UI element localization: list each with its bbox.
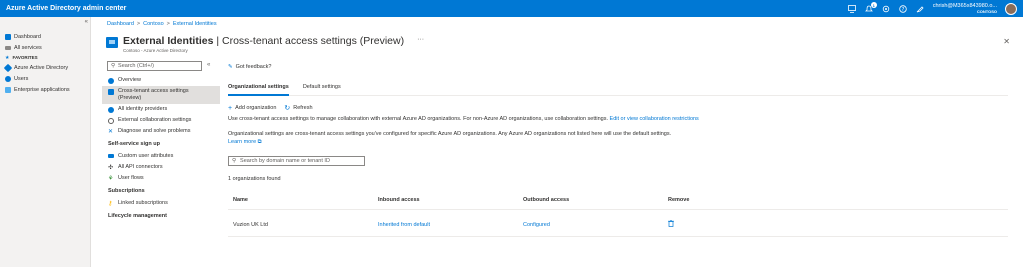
page-subtitle: Contoso - Azure Active Directory	[123, 48, 188, 53]
page-title: External Identities | Cross-tenant acces…	[123, 35, 405, 47]
user-flows-icon: ⚘	[108, 176, 114, 182]
close-button[interactable]: ✕	[1003, 37, 1010, 46]
nav-label: Users	[14, 75, 29, 82]
nav-label: Azure Active Directory	[14, 64, 69, 71]
help-icon[interactable]: ?	[899, 4, 908, 13]
more-options-button[interactable]: ···	[417, 36, 424, 43]
api-connector-icon: ✣	[108, 165, 114, 171]
user-icon	[5, 75, 11, 82]
org-name: Vuzion UK Ltd	[228, 209, 373, 237]
nav-label: Dashboard	[14, 33, 41, 40]
main-area: Dashboard > Contoso > External Identities Ex…	[92, 17, 1023, 267]
col-inbound[interactable]: Inbound access	[373, 192, 518, 210]
nav-label: All services	[14, 44, 42, 51]
nav-azure-ad[interactable]: Azure Active Directory	[0, 62, 90, 73]
col-name[interactable]: Name	[228, 192, 373, 210]
list-icon	[5, 45, 11, 50]
plus-icon: +	[228, 104, 233, 112]
org-settings-description: Organizational settings are cross-tenant…	[228, 131, 672, 145]
external-link-icon: ⧉	[257, 138, 262, 145]
attributes-icon	[108, 154, 114, 158]
search-icon: ⚲	[232, 158, 237, 164]
table-header-row: Name Inbound access Outbound access Remo…	[228, 192, 1008, 210]
gear-icon[interactable]	[882, 4, 891, 13]
collab-restrictions-link[interactable]: Edit or view collaboration restrictions	[610, 116, 699, 122]
menu-item-identity-providers[interactable]: All identity providers	[102, 104, 220, 115]
refresh-icon: ↻	[284, 105, 291, 112]
menu-item-overview[interactable]: Overview	[102, 75, 220, 86]
breadcrumb-external-identities[interactable]: External Identities	[173, 21, 217, 27]
account-info[interactable]: chrish@M365x843980.o... CONTOSO	[932, 2, 997, 14]
table-row: Vuzion UK Ltd Inherited from default Con…	[228, 209, 1008, 237]
nav-dashboard[interactable]: Dashboard	[0, 31, 90, 42]
feedback-icon: ✎	[228, 63, 233, 70]
content-pane: ✎ Got feedback? Organizational settings …	[228, 61, 1018, 237]
add-organization-button[interactable]: + Add organization	[228, 105, 276, 112]
tab-default-settings[interactable]: Default settings	[303, 84, 341, 96]
settings-monitor-icon	[108, 89, 114, 95]
app-title[interactable]: Azure Active Directory admin center	[6, 5, 126, 12]
refresh-button[interactable]: ↻ Refresh	[284, 104, 312, 112]
search-icon: ⚲	[111, 63, 116, 69]
page-header: External Identities | Cross-tenant acces…	[106, 35, 424, 53]
command-bar: + Add organization ↻ Refresh	[228, 104, 1018, 113]
resource-menu: ⚲ Search (Ctrl+/) « Overview Cross-tenan…	[102, 61, 220, 223]
organizations-table: Name Inbound access Outbound access Remo…	[228, 192, 1008, 237]
key-icon: ⚷	[108, 201, 113, 207]
feedback-button[interactable]: ✎ Got feedback?	[228, 61, 1018, 72]
col-remove: Remove	[663, 192, 1008, 210]
breadcrumb-dashboard[interactable]: Dashboard	[107, 21, 134, 27]
account-email: chrish@M365x843980.o...	[932, 2, 997, 9]
notification-count: 1	[870, 2, 877, 8]
nav-users[interactable]: Users	[0, 73, 90, 84]
aad-icon	[3, 63, 13, 72]
menu-item-user-flows[interactable]: ⚘ User flows	[102, 173, 220, 184]
menu-item-custom-attributes[interactable]: Custom user attributes	[102, 151, 220, 162]
account-org: CONTOSO	[976, 8, 997, 14]
menu-item-api-connectors[interactable]: ✣ All API connectors	[102, 162, 220, 173]
results-count: 1 organizations found	[228, 176, 281, 182]
col-outbound[interactable]: Outbound access	[518, 192, 663, 210]
delete-icon[interactable]	[668, 219, 674, 229]
breadcrumb-contoso[interactable]: Contoso	[143, 21, 164, 27]
breadcrumb: Dashboard > Contoso > External Identities	[107, 21, 217, 27]
outbound-access-link[interactable]: Configured	[523, 222, 550, 228]
identity-providers-icon	[108, 107, 114, 113]
section-lifecycle: Lifecycle management	[108, 213, 167, 219]
apps-icon	[5, 86, 11, 93]
bell-icon[interactable]: 1	[865, 2, 877, 13]
dashboard-icon	[5, 33, 11, 40]
left-nav: « Dashboard All services ★ FAVORITES Azu…	[0, 17, 91, 267]
menu-item-external-collab[interactable]: External collaboration settings	[102, 115, 220, 126]
nav-label: FAVORITES	[12, 55, 38, 60]
feedback-icon[interactable]	[916, 4, 925, 13]
inbound-access-link[interactable]: Inherited from default	[378, 222, 430, 228]
section-self-service: Self-service sign up	[108, 141, 160, 147]
wrench-icon: ✕	[108, 129, 114, 135]
menu-search-input[interactable]: ⚲ Search (Ctrl+/)	[107, 61, 202, 71]
top-bar: Azure Active Directory admin center 1 ? …	[0, 0, 1023, 17]
avatar[interactable]	[1005, 2, 1017, 15]
org-search-input[interactable]: ⚲ Search by domain name or tenant ID	[228, 156, 365, 166]
menu-item-linked-subscriptions[interactable]: ⚷ Linked subscriptions	[102, 198, 220, 209]
menu-item-diagnose[interactable]: ✕ Diagnose and solve problems	[102, 126, 220, 137]
feedback-dashboard-icon[interactable]	[848, 4, 857, 13]
info-icon	[108, 78, 114, 84]
tab-organizational-settings[interactable]: Organizational settings	[228, 84, 289, 96]
learn-more-link[interactable]: Learn more ⧉	[228, 139, 262, 145]
nav-favorites-header: ★ FAVORITES	[0, 53, 90, 62]
gear-icon	[108, 118, 114, 124]
section-subscriptions: Subscriptions	[108, 188, 145, 194]
nav-enterprise-apps[interactable]: Enterprise applications	[0, 84, 90, 95]
nav-label: Enterprise applications	[14, 86, 70, 93]
external-identities-icon	[106, 37, 118, 48]
star-icon: ★	[5, 54, 10, 61]
svg-text:?: ?	[902, 6, 905, 12]
nav-all-services[interactable]: All services	[0, 42, 90, 53]
tab-divider	[228, 95, 1008, 96]
collapse-nav-button[interactable]: «	[85, 19, 88, 25]
description-text: Use cross-tenant access settings to mana…	[228, 116, 699, 122]
collapse-menu-button[interactable]: «	[207, 62, 210, 68]
menu-item-cross-tenant[interactable]: Cross-tenant access settings (Preview)	[102, 86, 220, 104]
